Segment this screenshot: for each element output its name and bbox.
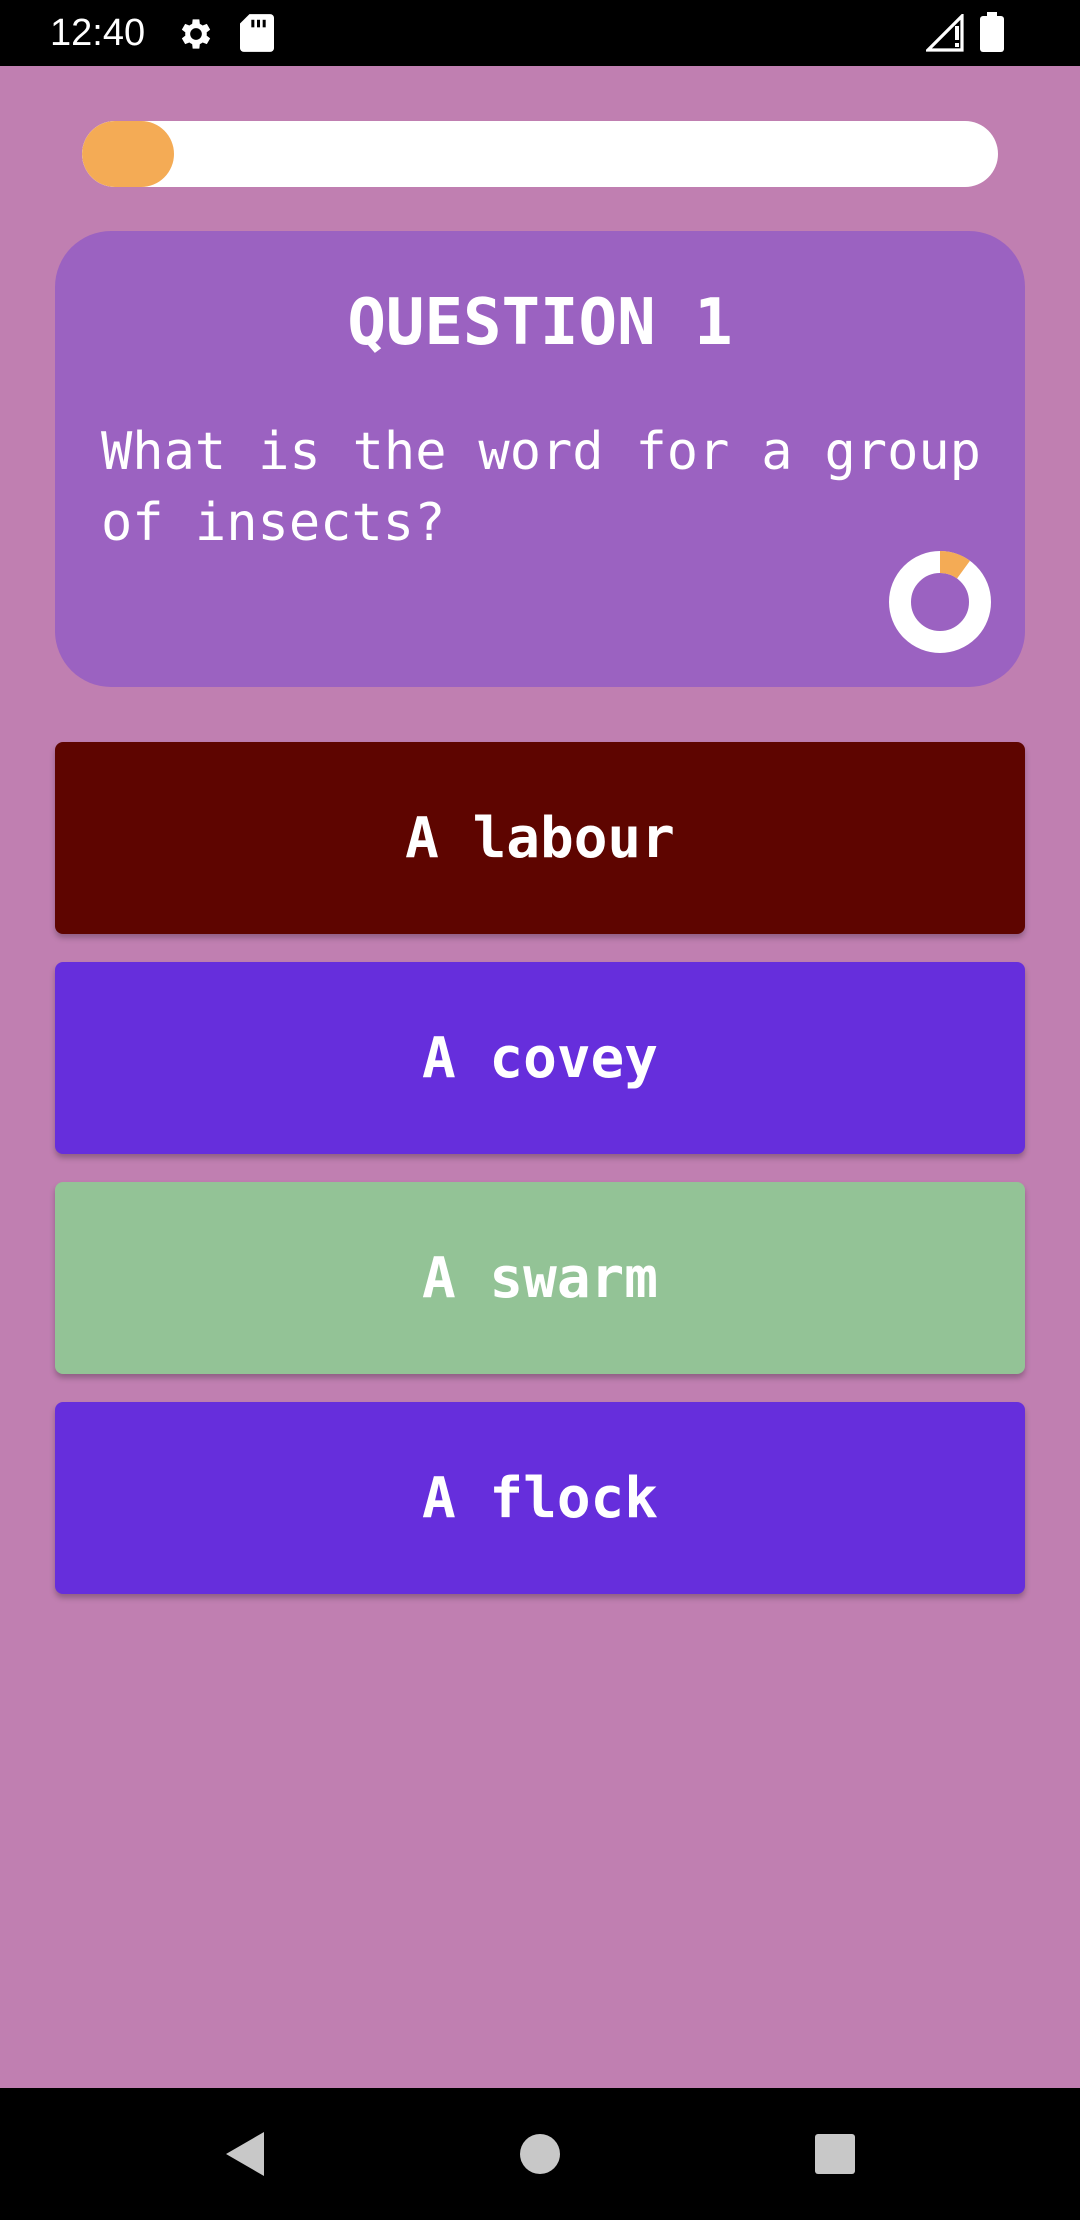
home-icon — [520, 2134, 560, 2174]
battery-icon — [980, 12, 1004, 56]
back-button[interactable] — [184, 2088, 304, 2220]
status-bar: 12:40 — [0, 0, 1080, 66]
answer-button-3[interactable]: A swarm — [55, 1182, 1025, 1374]
gear-icon — [176, 14, 216, 58]
countdown-timer-elapsed-arc — [939, 551, 970, 579]
status-time: 12:40 — [50, 12, 146, 54]
answer-button-2[interactable]: A covey — [55, 962, 1025, 1154]
signal-icon — [924, 12, 966, 56]
quiz-progress-fill — [82, 121, 174, 187]
home-button[interactable] — [480, 2088, 600, 2220]
navigation-bar — [0, 2088, 1080, 2220]
sd-card-icon — [240, 14, 274, 56]
back-icon — [226, 2132, 264, 2176]
answer-button-1[interactable]: A labour — [55, 742, 1025, 934]
quiz-progress-bar — [82, 121, 998, 187]
question-card: QUESTION 1 What is the word for a group … — [55, 231, 1025, 687]
recents-button[interactable] — [775, 2088, 895, 2220]
question-text: What is the word for a group of insects? — [101, 422, 981, 553]
answer-button-4[interactable]: A flock — [55, 1402, 1025, 1594]
question-title: QUESTION 1 — [347, 286, 733, 360]
countdown-timer-icon — [889, 551, 991, 653]
recents-icon — [815, 2134, 855, 2174]
